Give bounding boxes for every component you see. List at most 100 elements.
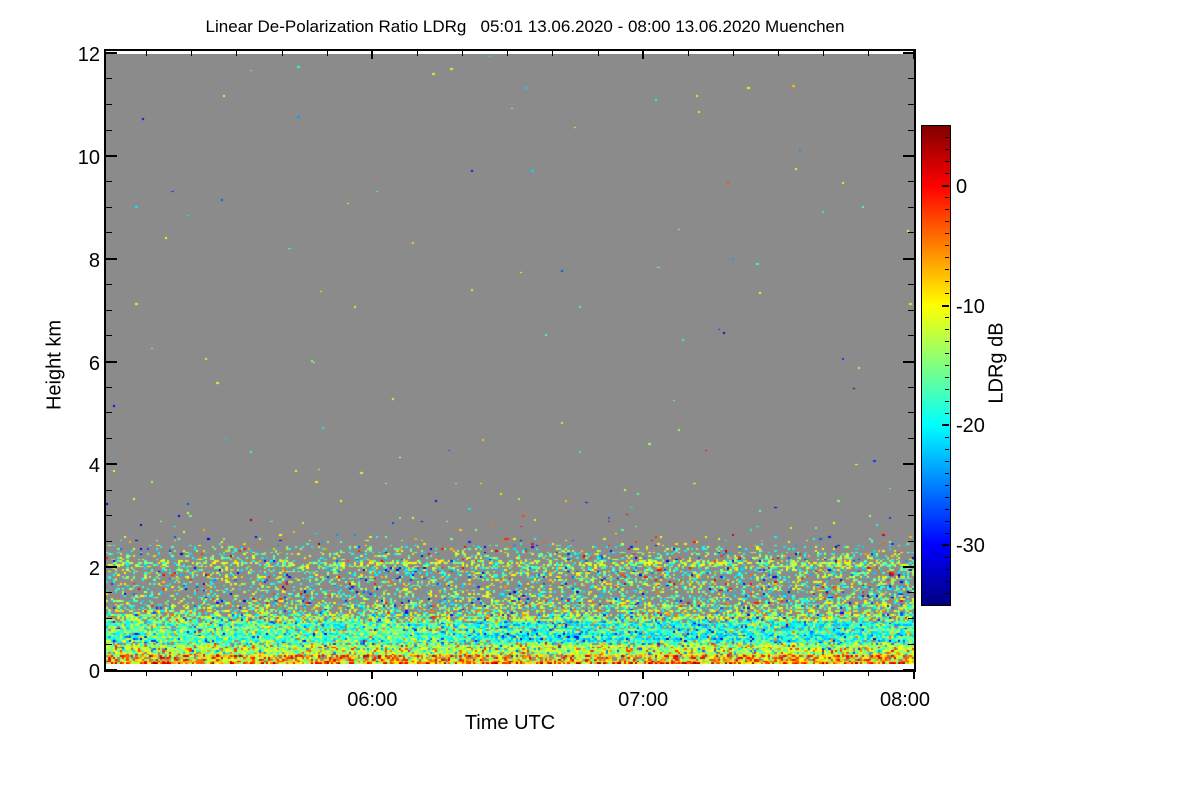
tick-mark <box>106 386 112 388</box>
y-tick-label: 10 <box>77 146 100 169</box>
tick-mark <box>416 672 418 676</box>
colorbar-tick-mark <box>945 161 949 163</box>
tick-mark <box>106 643 112 645</box>
x-axis-label: Time UTC <box>464 712 556 734</box>
colorbar-tick-mark <box>942 424 949 427</box>
tick-mark <box>326 51 328 56</box>
tick-mark <box>908 103 914 105</box>
tick-mark <box>868 51 870 56</box>
colorbar-tick-mark <box>945 376 949 378</box>
page: Linear De-Polarization Ratio LDRg 05:01 … <box>0 0 1200 800</box>
tick-mark <box>913 672 915 679</box>
tick-mark <box>903 566 914 569</box>
colorbar-tick-mark <box>945 257 949 259</box>
colorbar-tick-mark <box>945 341 949 343</box>
heatmap-canvas <box>106 54 914 664</box>
tick-mark <box>106 181 112 183</box>
y-tick-label: 0 <box>88 661 100 683</box>
tick-mark <box>687 672 689 676</box>
tick-mark <box>642 51 645 59</box>
colorbar-tick-mark <box>942 184 949 187</box>
colorbar-tick-mark <box>945 460 949 462</box>
tick-mark <box>371 51 374 59</box>
colorbar-tick-mark <box>945 197 949 199</box>
tick-mark <box>903 463 914 466</box>
tick-mark <box>903 52 914 54</box>
tick-mark <box>462 672 464 676</box>
colorbar-tick-label: -20 <box>956 415 985 438</box>
colorbar-tick-mark <box>945 484 949 486</box>
colorbar-tick-label: -10 <box>956 295 985 318</box>
tick-mark <box>908 412 914 414</box>
y-tick-label: 12 <box>77 44 100 66</box>
colorbar-label: LDRg dB <box>985 322 1008 404</box>
colorbar-tick-mark <box>945 388 949 390</box>
tick-mark <box>106 669 117 671</box>
tick-mark <box>106 232 112 234</box>
colorbar-tick-label: -30 <box>956 535 985 558</box>
tick-mark <box>146 672 148 676</box>
y-tick-label: 2 <box>88 558 100 581</box>
colorbar-tick-mark <box>945 496 949 498</box>
colorbar-tick-mark <box>945 568 949 570</box>
colorbar-tick-mark <box>945 592 949 594</box>
tick-mark <box>908 489 914 491</box>
tick-mark <box>416 51 418 56</box>
colorbar-tick-mark <box>945 137 949 139</box>
tick-mark <box>687 51 689 56</box>
tick-mark <box>597 672 599 676</box>
colorbar-tick-mark <box>945 365 949 366</box>
colorbar-tick-mark <box>945 269 949 271</box>
colorbar-tick-mark <box>945 209 949 211</box>
tick-mark <box>908 515 914 517</box>
tick-mark <box>903 257 914 260</box>
tick-mark <box>642 672 645 679</box>
tick-mark <box>106 540 112 542</box>
colorbar-tick-mark <box>945 520 949 522</box>
tick-mark <box>823 51 825 56</box>
tick-mark <box>908 129 914 131</box>
colorbar-tick-mark <box>942 304 949 307</box>
colorbar-tick-mark <box>945 245 949 247</box>
tick-mark <box>732 672 734 676</box>
tick-mark <box>281 672 283 676</box>
colorbar-tick-mark <box>945 149 949 151</box>
tick-mark <box>908 386 914 388</box>
tick-mark <box>908 618 914 620</box>
x-tick-label: 07:00 <box>618 689 669 711</box>
tick-mark <box>106 52 117 54</box>
tick-mark <box>106 515 112 517</box>
tick-mark <box>908 438 914 440</box>
x-tick-label: 06:00 <box>347 689 398 711</box>
tick-mark <box>908 283 914 285</box>
tick-mark <box>106 309 112 311</box>
tick-mark <box>778 51 780 56</box>
colorbar-tick-mark <box>945 508 949 510</box>
tick-mark <box>597 51 599 56</box>
colorbar-tick-mark <box>945 293 949 295</box>
colorbar-tick-mark <box>945 329 949 331</box>
tick-mark <box>778 672 780 676</box>
tick-mark <box>106 206 112 208</box>
tick-mark <box>106 78 112 80</box>
tick-mark <box>106 566 117 569</box>
colorbar-tick-mark <box>945 580 949 582</box>
tick-mark <box>106 129 112 131</box>
colorbar-tick-mark <box>945 532 949 534</box>
tick-mark <box>236 51 238 56</box>
tick-mark <box>552 51 554 56</box>
tick-mark <box>908 78 914 80</box>
colorbar-tick-mark <box>945 233 949 235</box>
tick-mark <box>146 51 148 56</box>
tick-mark <box>106 412 112 414</box>
tick-mark <box>106 103 112 105</box>
colorbar-tick-mark <box>945 472 949 474</box>
tick-mark <box>191 672 193 676</box>
colorbar-tick-mark <box>945 436 949 438</box>
tick-mark <box>281 51 283 56</box>
tick-mark <box>326 672 328 676</box>
tick-mark <box>903 154 914 157</box>
colorbar-tick-mark <box>945 173 949 175</box>
colorbar-tick-mark <box>945 400 949 402</box>
tick-mark <box>903 669 914 671</box>
